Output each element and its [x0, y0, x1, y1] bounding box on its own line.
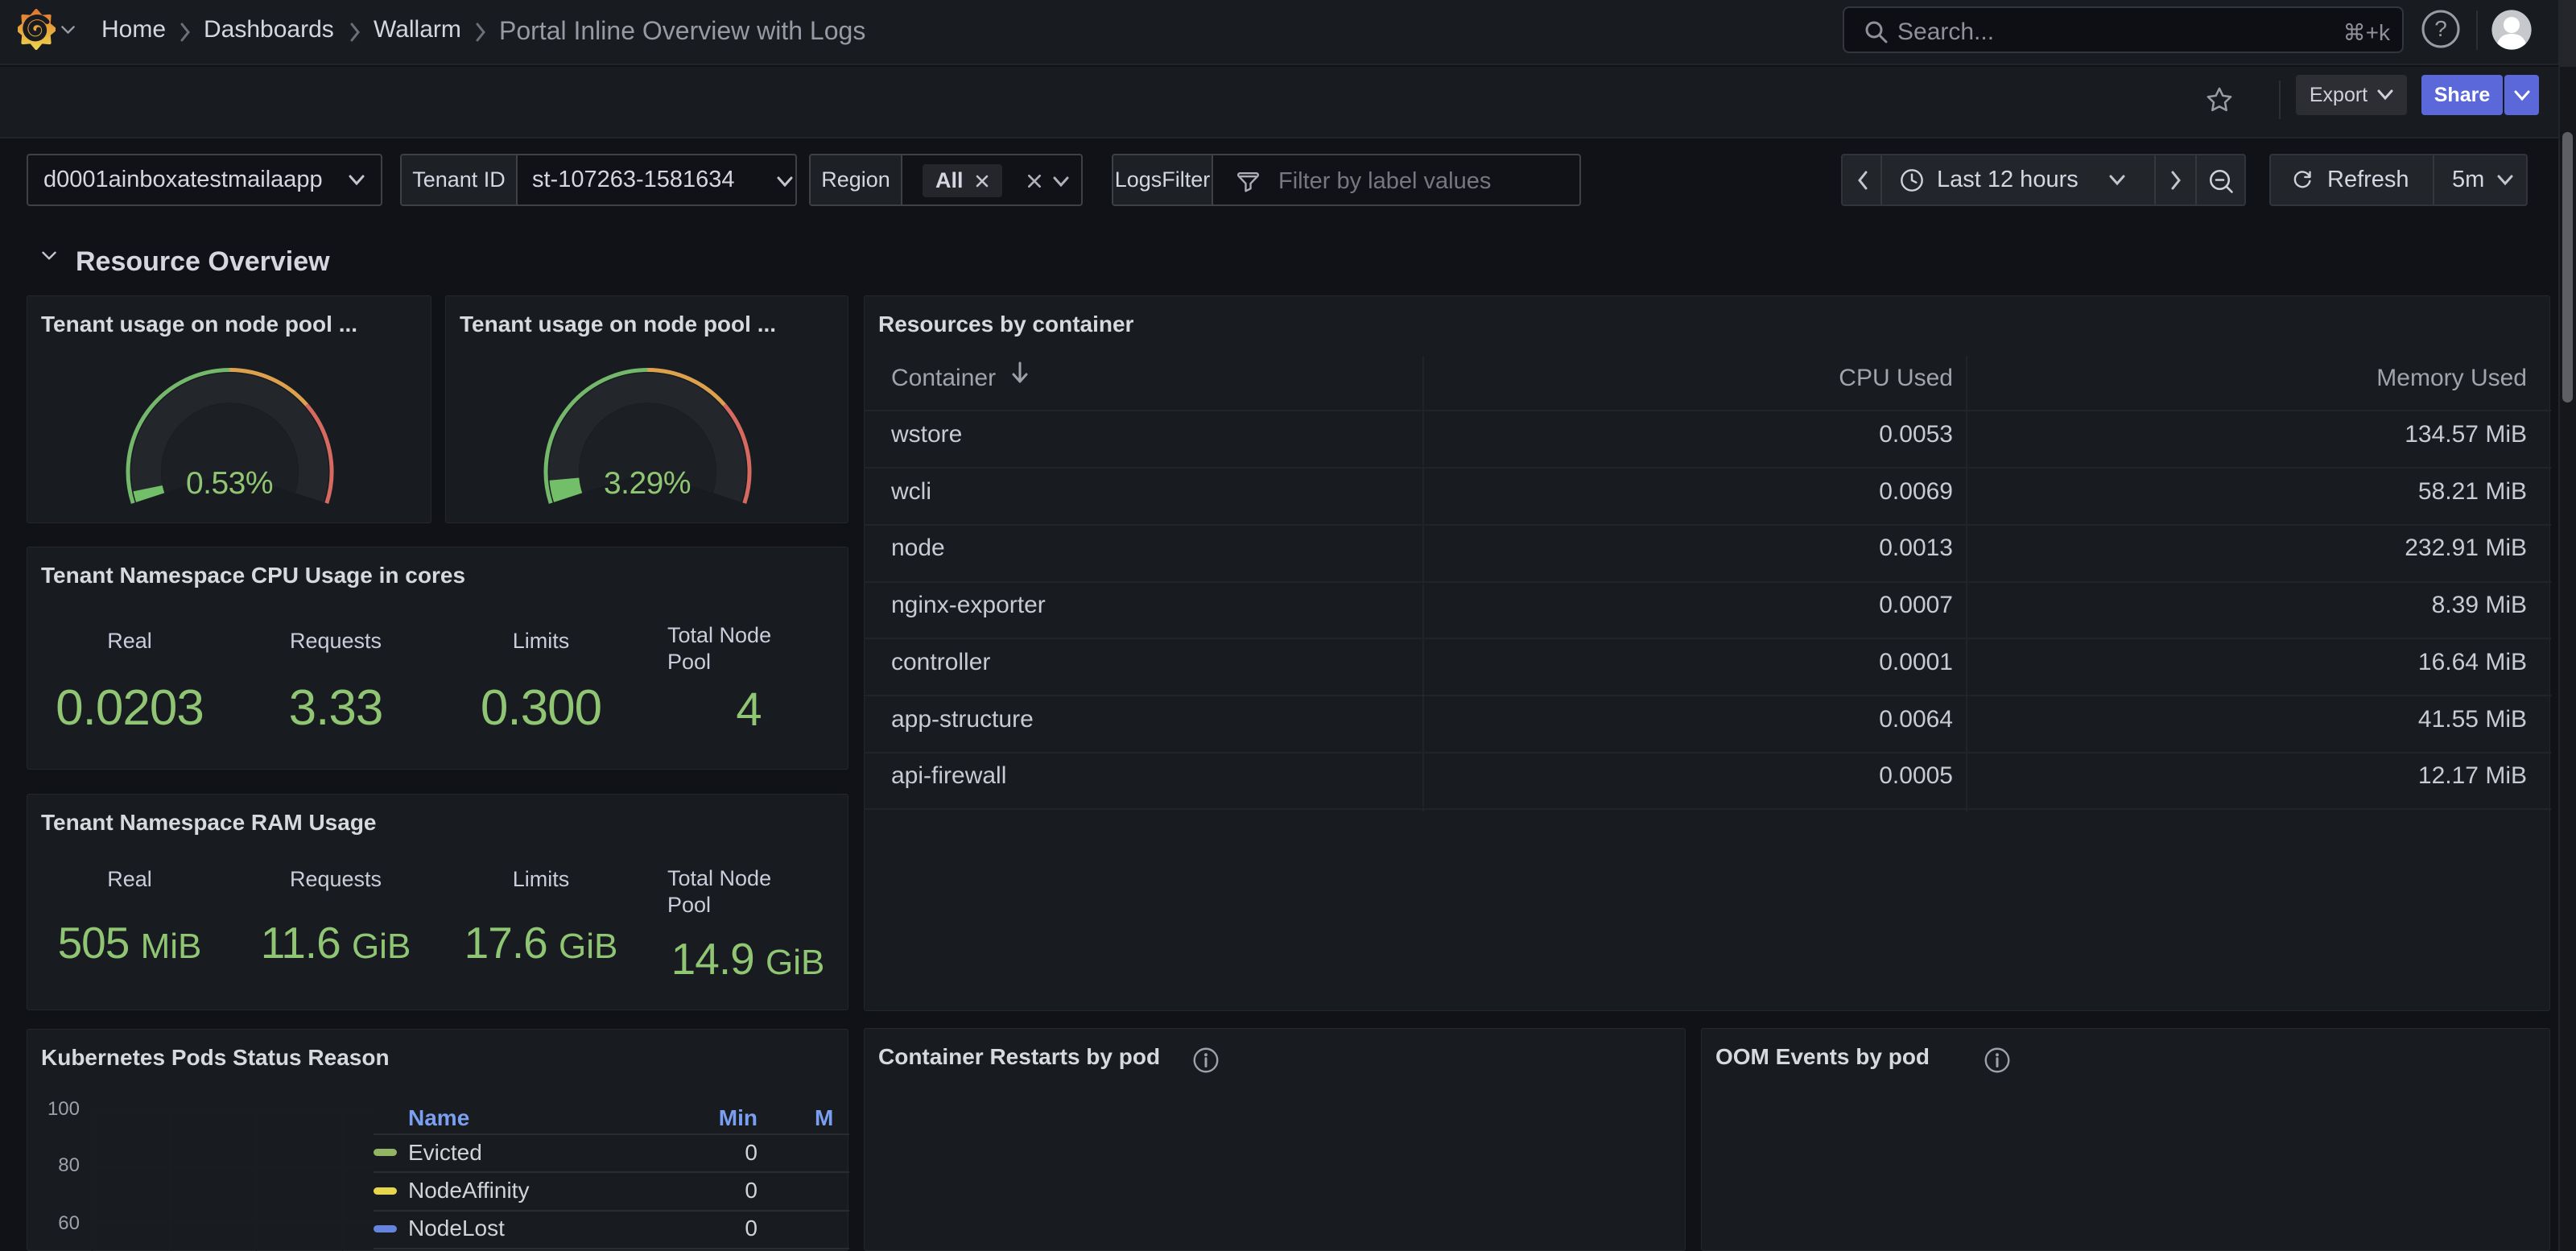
svg-text:0.53%: 0.53%	[186, 466, 273, 501]
svg-text:3.29%: 3.29%	[604, 466, 691, 501]
svg-text:?: ?	[2434, 16, 2447, 41]
